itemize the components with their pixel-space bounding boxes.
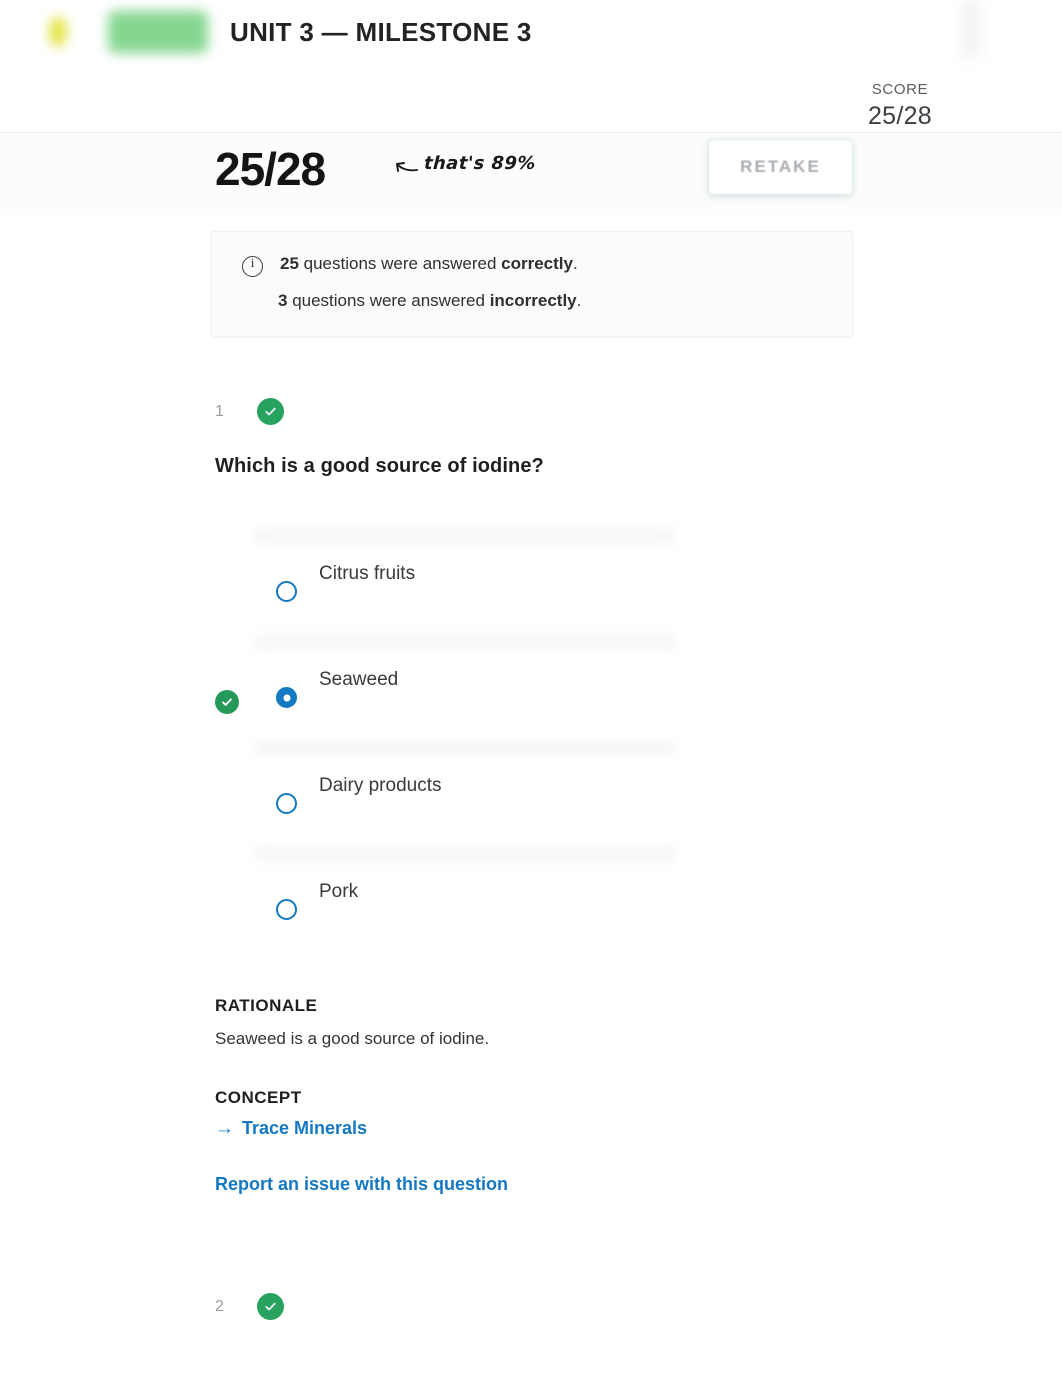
- correct-word: correctly: [501, 254, 573, 273]
- info-circle-icon: [242, 255, 263, 277]
- check-circle-icon: [257, 1293, 284, 1320]
- check-circle-icon: [257, 398, 284, 425]
- concept-heading: CONCEPT: [215, 1088, 302, 1107]
- page-title: UNIT 3 — MILESTONE 3: [230, 16, 532, 47]
- option-redacted-band: [255, 846, 675, 862]
- correct-text: questions were answered: [298, 254, 502, 273]
- correct-count: 25: [280, 254, 299, 273]
- option-redacted-band: [255, 740, 675, 756]
- incorrect-text: questions were answered: [287, 291, 490, 310]
- brand-wordmark-icon[interactable]: [108, 11, 208, 53]
- incorrect-summary-row: 3 questions were answered incorrectly.: [278, 291, 581, 311]
- rationale-heading: RATIONALE: [215, 996, 318, 1015]
- curved-arrow-left-icon: [392, 152, 418, 174]
- arrow-right-icon: →: [215, 1118, 234, 1139]
- rationale-text: Seaweed is a good source of iodine.: [215, 1029, 490, 1048]
- option-label[interactable]: Pork: [319, 881, 358, 903]
- option-redacted-band: [255, 634, 675, 650]
- header-right-ornament: [962, 0, 980, 58]
- radio-citrus-fruits[interactable]: [276, 581, 297, 602]
- results-strip: [0, 133, 1062, 215]
- radio-pork[interactable]: [276, 899, 297, 920]
- answer-option[interactable]: Dairy products: [215, 732, 855, 838]
- correct-summary-row: 25 questions were answered correctly.: [242, 254, 578, 277]
- retake-button[interactable]: RETAKE: [709, 140, 852, 194]
- score-label: SCORE: [871, 81, 929, 98]
- results-summary-panel: 25 questions were answered correctly. 3 …: [211, 231, 853, 337]
- score-percentage-text: that's 89%: [423, 152, 537, 174]
- answer-option[interactable]: Citrus fruits: [215, 520, 855, 626]
- radio-dairy-products[interactable]: [276, 793, 297, 814]
- next-question-header: 2: [215, 1293, 284, 1320]
- concept-link[interactable]: → Trace Minerals: [215, 1118, 367, 1139]
- sophia-logo-icon[interactable]: [40, 9, 70, 55]
- score-percentage-annotation: that's 89%: [392, 152, 536, 174]
- option-label[interactable]: Citrus fruits: [319, 563, 415, 585]
- question-header: 1: [215, 398, 284, 425]
- correct-period: .: [572, 254, 578, 273]
- brand-area: UNIT 3 — MILESTONE 3: [40, 8, 532, 56]
- answer-option[interactable]: Seaweed: [215, 626, 855, 732]
- question-prompt: Which is a good source of iodine?: [215, 455, 544, 477]
- concept-link-label: Trace Minerals: [242, 1118, 368, 1138]
- answer-options-list: Citrus fruits Seaweed Dairy products Por…: [215, 520, 855, 944]
- option-label[interactable]: Seaweed: [319, 669, 398, 691]
- score-summary: SCORE 25/28: [868, 82, 932, 129]
- score-value: 25/28: [867, 102, 932, 130]
- incorrect-period: .: [576, 291, 582, 310]
- option-redacted-band: [255, 528, 675, 544]
- report-issue-link[interactable]: Report an issue with this question: [215, 1174, 508, 1195]
- option-label[interactable]: Dairy products: [319, 775, 442, 797]
- incorrect-word: incorrectly: [489, 291, 577, 310]
- correct-answer-check-icon: [215, 690, 239, 714]
- question-number: 2: [215, 1297, 224, 1315]
- question-number: 1: [215, 402, 224, 420]
- answer-option[interactable]: Pork: [215, 838, 855, 944]
- big-score-value: 25/28: [215, 143, 326, 195]
- radio-seaweed[interactable]: [276, 687, 297, 708]
